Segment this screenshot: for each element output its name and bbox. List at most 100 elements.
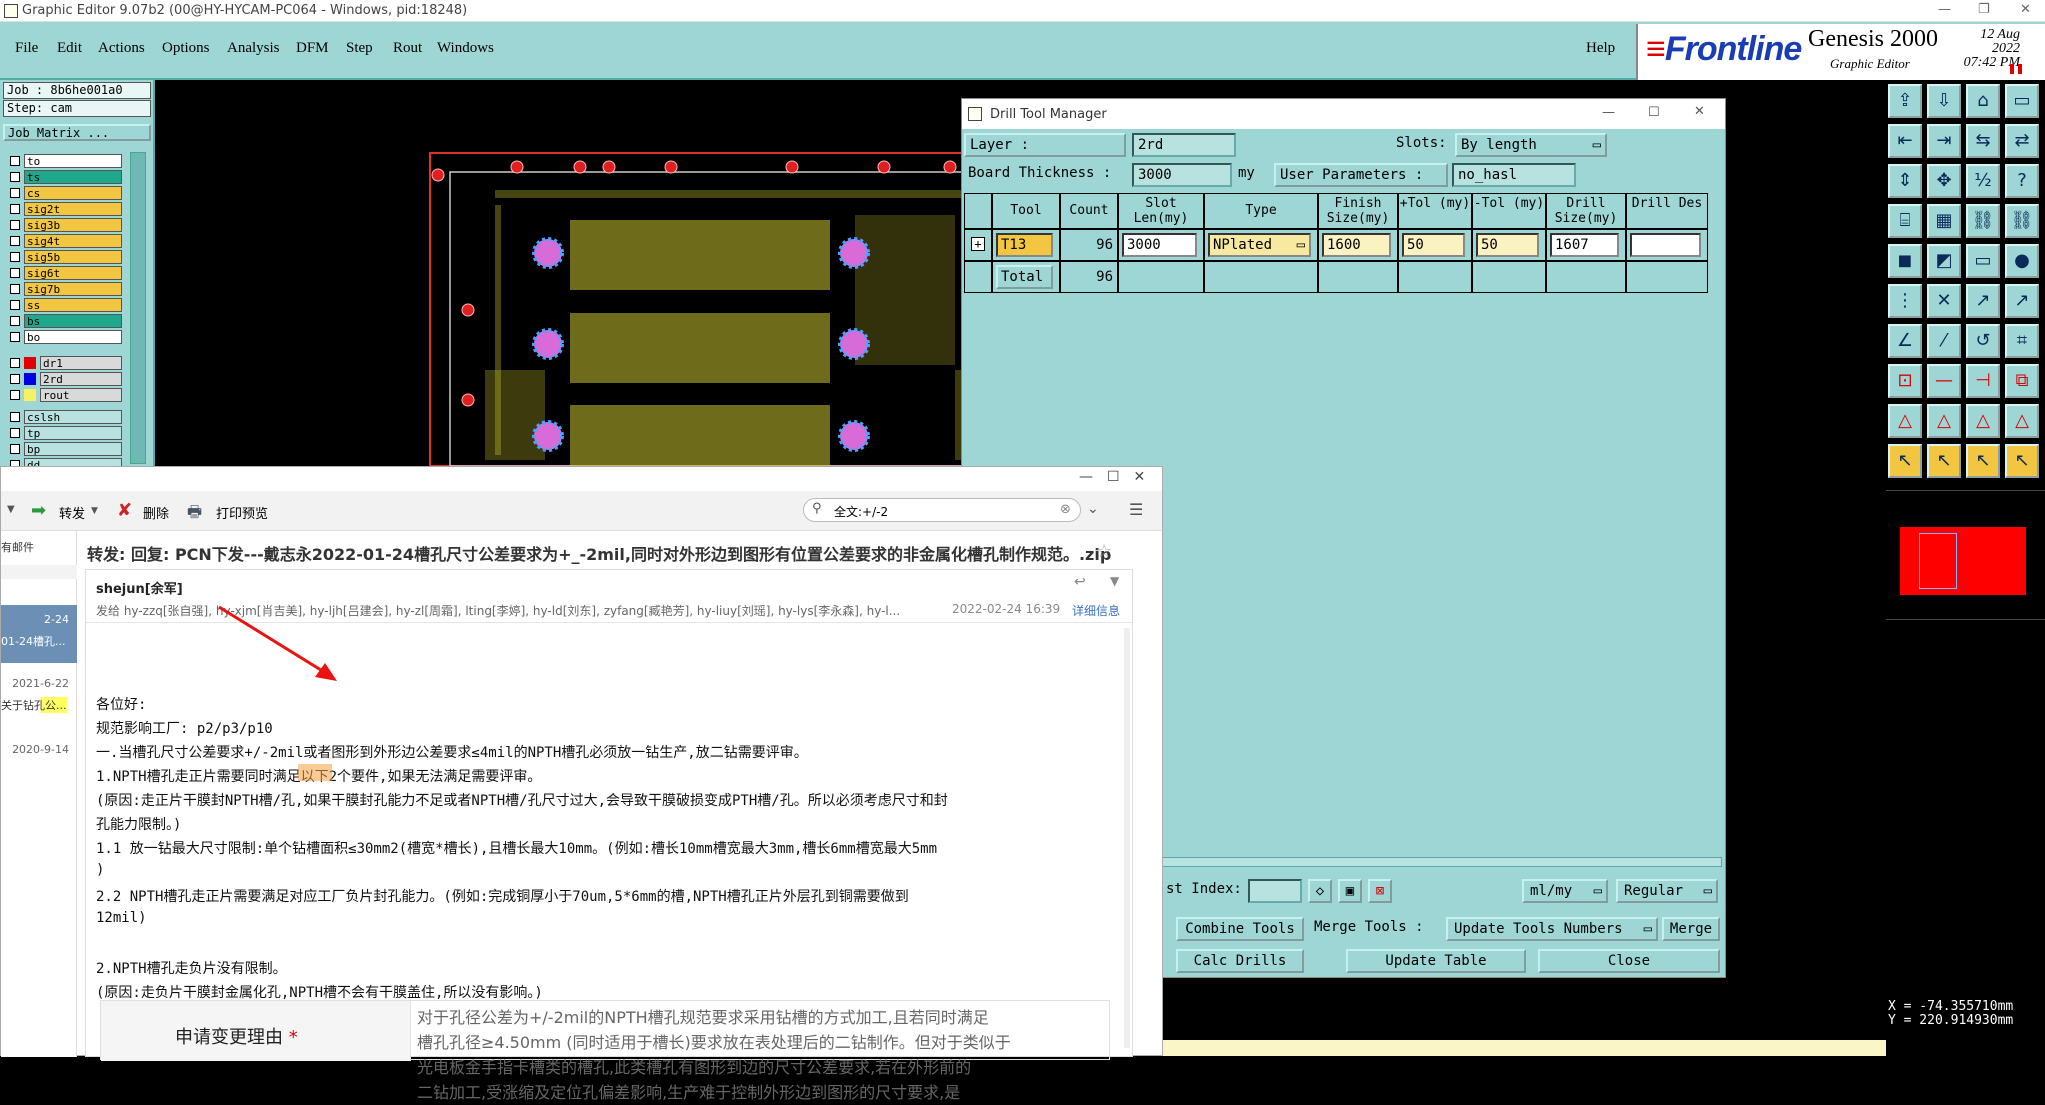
mail-scrollbar[interactable] — [1124, 628, 1130, 1048]
copy-icon[interactable]: ⧉ — [2005, 364, 2039, 398]
layer-name[interactable]: sig7b — [24, 282, 122, 296]
layer-name[interactable]: bs — [24, 314, 122, 328]
layer-checkbox[interactable] — [10, 204, 20, 214]
layer-name[interactable]: sig3b — [24, 218, 122, 232]
index-clear-icon[interactable]: ⊠ — [1368, 879, 1392, 903]
dtm-minimize-icon[interactable]: — — [1602, 105, 1615, 120]
pad-icon[interactable]: ● — [2005, 244, 2039, 278]
cell-minus-tol[interactable]: 50 — [1472, 229, 1546, 261]
menu-analysis[interactable]: Analysis — [227, 40, 280, 57]
menu-dfm[interactable]: DFM — [296, 40, 329, 57]
update-table-button[interactable]: Update Table — [1346, 949, 1526, 973]
layer-checkbox[interactable] — [10, 252, 20, 262]
layer-checkbox[interactable] — [10, 316, 20, 326]
fit-vertical-icon[interactable]: ⇕ — [1888, 164, 1922, 198]
menu-icon[interactable]: ☰ — [1129, 500, 1143, 519]
layer-row[interactable]: cs — [10, 186, 124, 200]
hatch-icon[interactable]: ⌗ — [2005, 324, 2039, 358]
mail-detail-link[interactable]: 详细信息 — [1072, 602, 1120, 619]
rotate-icon[interactable]: ↺ — [1966, 324, 2000, 358]
zoom-home-icon[interactable]: ⇪ — [1888, 84, 1922, 118]
line-icon[interactable]: ▭ — [1966, 244, 2000, 278]
route-a-icon[interactable]: ↗ — [1966, 284, 2000, 318]
layer-row[interactable]: ts — [10, 170, 124, 184]
mail-window-controls[interactable]: —☐✕ — [1079, 469, 1159, 485]
select-box-icon[interactable]: ⊡ — [1888, 364, 1922, 398]
table-h-scrollbar[interactable] — [1162, 857, 1722, 867]
star-icon[interactable]: ☆ — [1096, 541, 1112, 562]
dtm-maximize-icon[interactable]: ☐ — [1648, 105, 1660, 120]
layer-checkbox[interactable] — [10, 156, 20, 166]
layer-checkbox[interactable] — [10, 428, 20, 438]
drill-layer-row[interactable]: dr1 — [10, 356, 124, 370]
dash-icon[interactable]: — — [1927, 364, 1961, 398]
layer-name[interactable]: bp — [24, 442, 122, 456]
layer-scrollbar[interactable] — [130, 152, 146, 464]
units-dropdown[interactable]: ml/my ▭ — [1522, 879, 1608, 903]
row-expand[interactable]: + — [964, 229, 992, 261]
reply-icon[interactable]: ↩ — [1074, 574, 1086, 590]
pan-cycle-icon[interactable]: ⇄ — [2005, 124, 2039, 158]
layer-checkbox[interactable] — [10, 220, 20, 230]
layer-row[interactable]: bs — [10, 314, 124, 328]
layer-name[interactable]: dr1 — [40, 356, 122, 370]
close-button[interactable]: Close — [1538, 949, 1720, 973]
calc-drills-button[interactable]: Calc Drills — [1176, 949, 1304, 973]
measure-icon[interactable]: ⊣ — [1966, 364, 2000, 398]
pointer-d-icon[interactable]: ↖ — [2005, 444, 2039, 478]
window-icon[interactable]: ▭ — [2005, 84, 2039, 118]
route-b-icon[interactable]: ↗ — [2005, 284, 2039, 318]
pan-right-icon[interactable]: ⇥ — [1927, 124, 1961, 158]
zoom-window-icon[interactable]: ⇩ — [1927, 84, 1961, 118]
triangle-b-icon[interactable]: △ — [1927, 404, 1961, 438]
index-input[interactable] — [1248, 879, 1302, 903]
layer-checkbox[interactable] — [10, 412, 20, 422]
menu-options[interactable]: Options — [162, 40, 210, 57]
slots-dropdown[interactable]: By length ▭ — [1455, 133, 1607, 157]
misc-layer-row[interactable]: bp — [10, 442, 124, 456]
layer-row[interactable]: ss — [10, 298, 124, 312]
grid-icon[interactable]: ▦ — [1927, 204, 1961, 238]
layer-name[interactable]: sig4t — [24, 234, 122, 248]
layer-checkbox[interactable] — [10, 236, 20, 246]
menu-step[interactable]: Step — [346, 40, 373, 57]
cell-tool[interactable]: T13 — [992, 229, 1060, 261]
cell-type-dropdown[interactable]: NPlated ▭ — [1204, 229, 1318, 261]
menu-help[interactable]: Help — [1586, 40, 1615, 57]
layer-row[interactable]: bo — [10, 330, 124, 344]
minimize-icon[interactable]: — — [1938, 2, 1951, 17]
layer-name[interactable]: ss — [24, 298, 122, 312]
pointer-c-icon[interactable]: ↖ — [1966, 444, 2000, 478]
cell-drill-des[interactable] — [1626, 229, 1708, 261]
forward-button[interactable]: 转发 — [59, 503, 85, 522]
mode-dropdown[interactable]: Regular ▭ — [1616, 879, 1718, 903]
layer-checkbox[interactable] — [10, 444, 20, 454]
cell-drill-size[interactable]: 1607 — [1546, 229, 1626, 261]
user-parameters-input[interactable]: no_hasl — [1452, 163, 1576, 187]
drag-icon[interactable]: ⋮ — [1888, 284, 1922, 318]
layer-row[interactable]: sig3b — [10, 218, 124, 232]
angle-icon[interactable]: ∠ — [1888, 324, 1922, 358]
layer-name[interactable]: to — [24, 154, 122, 168]
job-matrix-button[interactable]: Job Matrix ... — [3, 124, 151, 141]
layer-row[interactable]: sig4t — [10, 234, 124, 248]
layer-name[interactable]: bo — [24, 330, 122, 344]
drill-layer-row[interactable]: rout — [10, 388, 124, 402]
fill-outline-icon[interactable]: ◩ — [1927, 244, 1961, 278]
update-numbers-dropdown[interactable]: Update Tools Numbers ▭ — [1446, 917, 1658, 941]
menu-windows[interactable]: Windows — [437, 40, 494, 57]
help-icon[interactable]: ? — [2005, 164, 2039, 198]
layer-name[interactable]: rout — [40, 388, 122, 402]
layer-checkbox[interactable] — [10, 332, 20, 342]
layer-checkbox[interactable] — [10, 172, 20, 182]
half-zoom-icon[interactable]: ½ — [1966, 164, 2000, 198]
snap-b-icon[interactable]: ⛓ — [2005, 204, 2039, 238]
pointer-b-icon[interactable]: ↖ — [1927, 444, 1961, 478]
cell-slot-len[interactable]: 3000 — [1118, 229, 1204, 261]
pointer-a-icon[interactable]: ↖ — [1888, 444, 1922, 478]
slash-icon[interactable]: ⁄ — [1927, 324, 1961, 358]
layer-input[interactable]: 2rd — [1132, 133, 1236, 157]
menu-rout[interactable]: Rout — [393, 40, 422, 57]
forward-dropdown-icon[interactable]: ▼ — [91, 506, 98, 516]
index-up-icon[interactable]: ◇ — [1308, 879, 1332, 903]
